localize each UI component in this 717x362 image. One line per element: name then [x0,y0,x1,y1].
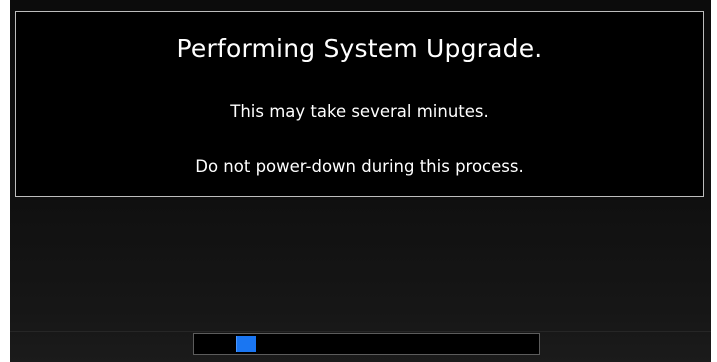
duration-notice: This may take several minutes. [230,102,489,121]
power-warning: Do not power-down during this process. [195,157,524,176]
upgrade-title: Performing System Upgrade. [176,34,543,63]
progress-marker [236,336,256,352]
upgrade-message-box: Performing System Upgrade. This may take… [15,11,704,197]
upgrade-display: Performing System Upgrade. This may take… [10,0,711,362]
divider [10,331,711,332]
progress-bar [193,333,540,355]
screen: Performing System Upgrade. This may take… [0,0,717,362]
